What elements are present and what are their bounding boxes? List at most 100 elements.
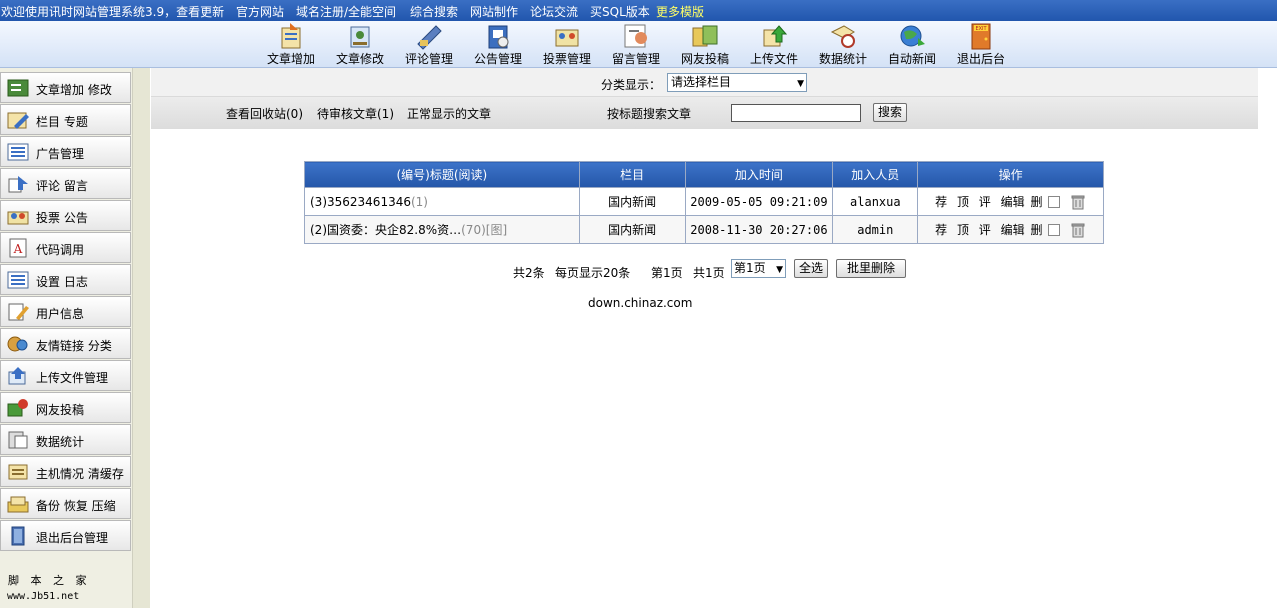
sidebar-collapse-strip[interactable]	[132, 68, 150, 608]
exit-door-icon: EXIT	[971, 23, 991, 50]
total-count: 共2条	[513, 266, 545, 280]
top-link-bar: 欢迎使用讯时网站管理系统3.9，查看更新 官方网站 域名注册/全能空间 综合搜索…	[0, 0, 1277, 21]
toolbar-exit[interactable]: EXIT 退出后台	[946, 21, 1016, 68]
comment-icon	[417, 25, 442, 50]
sidebar-item-backup[interactable]: 备份 恢复 压缩	[0, 488, 131, 519]
server-icon	[8, 464, 28, 480]
pending-articles-link[interactable]: 待审核文章(1)	[317, 105, 394, 122]
brand-url[interactable]: www.Jb51.net	[7, 591, 79, 602]
code-icon: A	[9, 238, 27, 258]
article-ops: 荐 顶 评 编辑 删	[917, 215, 1104, 244]
toolbar-auto-news[interactable]: 自动新闻	[877, 21, 947, 68]
upload-icon	[763, 25, 788, 47]
table-row: (2)国资委：央企82.8%资…(70)[图] 国内新闻 2008-11-30 …	[304, 215, 1104, 244]
official-site-link[interactable]: 官方网站	[236, 3, 284, 20]
link-icon	[7, 336, 28, 352]
sidebar-item-exit[interactable]: 退出后台管理	[0, 520, 131, 551]
vote-icon	[555, 29, 579, 47]
upload-icon	[8, 367, 26, 385]
toolbar-comment[interactable]: 评论管理	[394, 21, 464, 68]
submission-icon	[7, 399, 28, 417]
sidebar-item-vote[interactable]: 投票 公告	[0, 200, 131, 231]
domain-link[interactable]: 域名注册/全能空间	[296, 3, 396, 20]
footer-url: down.chinaz.com	[588, 296, 693, 310]
toolbar-vote[interactable]: 投票管理	[532, 21, 602, 68]
trash-icon[interactable]	[1070, 194, 1086, 210]
table-row: (3)35623461346(1) 国内新闻 2009-05-05 09:21:…	[304, 187, 1104, 216]
category-select[interactable]: 请选择栏目 ▼	[667, 73, 807, 92]
sidebar-item-links[interactable]: 友情链接 分类	[0, 328, 131, 359]
search-button[interactable]: 搜索	[873, 103, 907, 122]
toolbar-submission[interactable]: 网友投稿	[670, 21, 740, 68]
toolbar-article-add[interactable]: 文章增加	[256, 21, 326, 68]
toolbar-notice[interactable]: 公告管理	[463, 21, 533, 68]
stats-icon	[8, 431, 28, 449]
article-title-link[interactable]: (2)国资委：央企82.8%资…	[310, 223, 461, 237]
review-link[interactable]: 评	[979, 195, 991, 209]
article-time: 2009-05-05 09:21:09	[684, 187, 834, 216]
more-templates-link[interactable]: 更多模版	[656, 3, 704, 20]
article-user: alanxua	[832, 187, 919, 216]
comment-icon	[8, 176, 28, 193]
trash-icon[interactable]	[1070, 222, 1086, 238]
category-filter-label: 分类显示：	[601, 78, 662, 92]
article-time: 2008-11-30 20:27:06	[684, 215, 834, 244]
sidebar-item-stats[interactable]: 数据统计	[0, 424, 131, 455]
article-column: 国内新闻	[578, 215, 686, 244]
article-title-cell: (2)国资委：央企82.8%资…(70)[图]	[304, 215, 580, 244]
select-all-button[interactable]: 全选	[794, 259, 828, 278]
normal-articles-link[interactable]: 正常显示的文章	[407, 105, 491, 122]
search-input[interactable]	[731, 104, 861, 122]
recommend-link[interactable]: 荐	[935, 195, 947, 209]
table-header-row: (编号)标题(阅读) 栏目 加入时间 加入人员 操作	[304, 161, 1104, 188]
edit-link[interactable]: 编辑	[1001, 223, 1025, 237]
recycle-bin-link[interactable]: 查看回收站(0)	[226, 105, 303, 122]
toolbar-upload[interactable]: 上传文件	[739, 21, 809, 68]
web-design-link[interactable]: 网站制作	[470, 3, 518, 20]
sidebar-item-server[interactable]: 主机情况 清缓存	[0, 456, 131, 487]
sidebar-item-ads[interactable]: 广告管理	[0, 136, 131, 167]
welcome-link[interactable]: 欢迎使用讯时网站管理系统3.9，查看更新	[1, 3, 224, 20]
article-add-icon	[281, 23, 301, 49]
brand-name: 脚 本 之 家	[8, 574, 91, 587]
vote-icon	[7, 211, 29, 225]
buy-sql-link[interactable]: 买SQL版本	[590, 3, 650, 20]
message-icon	[624, 24, 647, 48]
sidebar-item-article[interactable]: 文章增加 修改	[0, 72, 131, 103]
sidebar-item-settings[interactable]: 设置 日志	[0, 264, 131, 295]
sidebar-item-submission[interactable]: 网友投稿	[0, 392, 131, 423]
header-user: 加入人员	[832, 161, 919, 188]
row-checkbox[interactable]	[1048, 224, 1061, 237]
article-title-link[interactable]: (3)35623461346	[310, 195, 411, 209]
delete-link[interactable]: 删	[1030, 195, 1042, 209]
column-icon	[7, 112, 29, 129]
toolbar-article-edit[interactable]: 文章修改	[325, 21, 395, 68]
header-time: 加入时间	[684, 161, 834, 188]
sidebar-item-upload[interactable]: 上传文件管理	[0, 360, 131, 391]
article-user: admin	[832, 215, 919, 244]
delete-link[interactable]: 删	[1030, 223, 1042, 237]
page-select[interactable]: 第1页 ▼	[731, 259, 786, 278]
page-count: 共1页	[693, 266, 725, 280]
article-table: (编号)标题(阅读) 栏目 加入时间 加入人员 操作 (3)3562346134…	[304, 161, 1104, 244]
sidebar-item-column[interactable]: 栏目 专题	[0, 104, 131, 135]
recommend-link[interactable]: 荐	[935, 223, 947, 237]
article-add-icon	[7, 79, 29, 97]
sidebar-item-code[interactable]: A 代码调用	[0, 232, 131, 263]
edit-link[interactable]: 编辑	[1001, 195, 1025, 209]
top-link[interactable]: 顶	[957, 223, 969, 237]
batch-delete-button[interactable]: 批里删除	[836, 259, 906, 278]
row-checkbox[interactable]	[1048, 196, 1061, 209]
sidebar-item-comment[interactable]: 评论 留言	[0, 168, 131, 199]
review-link[interactable]: 评	[979, 223, 991, 237]
sidebar-item-user[interactable]: 用户信息	[0, 296, 131, 327]
search-link[interactable]: 综合搜索	[410, 3, 458, 20]
search-label: 按标题搜索文章	[607, 107, 692, 121]
toolbar-message[interactable]: 留言管理	[601, 21, 671, 68]
svg-text:A: A	[13, 242, 23, 256]
read-count: (70)	[461, 223, 486, 237]
toolbar-stats[interactable]: 数据统计	[808, 21, 878, 68]
top-link[interactable]: 顶	[957, 195, 969, 209]
forum-link[interactable]: 论坛交流	[530, 3, 578, 20]
image-tag: [图]	[485, 223, 508, 237]
